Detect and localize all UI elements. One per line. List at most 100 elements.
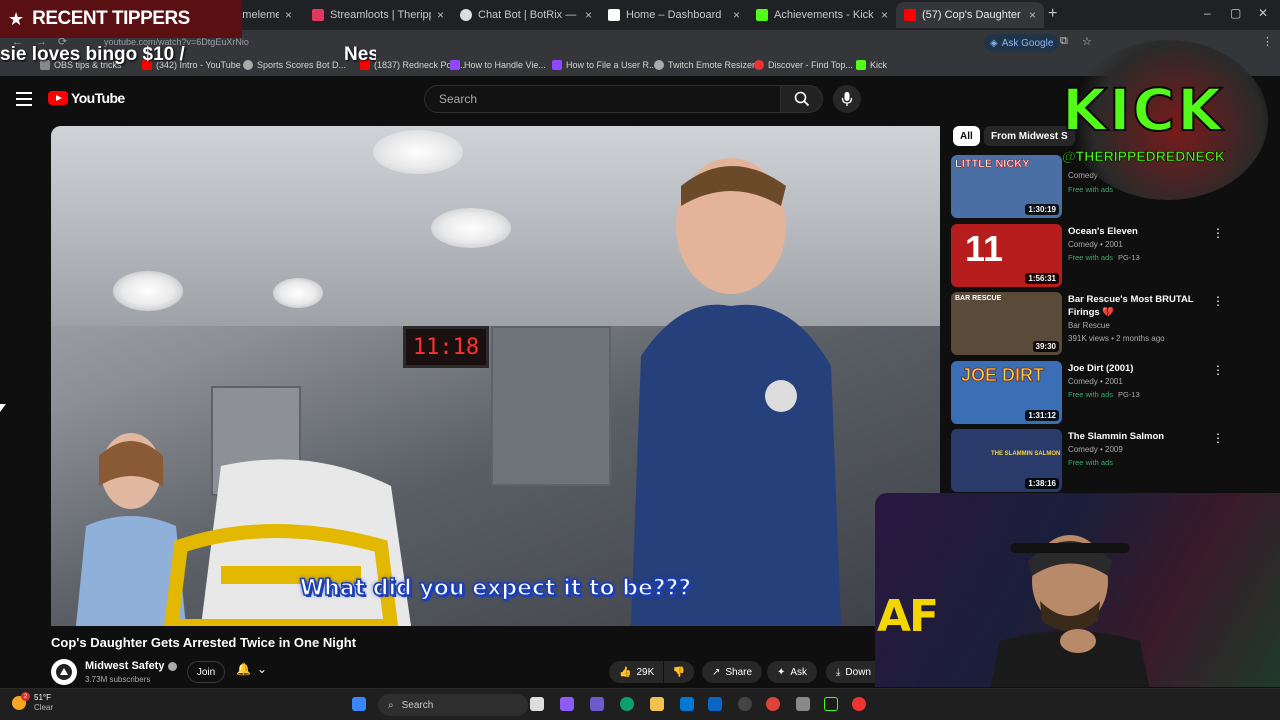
close-tab-icon[interactable]: × [733,8,740,22]
thumbs-down-icon: 👎 [672,666,686,678]
sparkle-icon: ✦ [777,666,786,678]
recommendation-item[interactable]: BAR RESCUE 39:30 Bar Rescue's Most BRUTA… [951,292,1224,356]
video-player[interactable]: 11:18 What did you expect it to be??? [51,126,940,626]
maximize-icon[interactable]: ▢ [1230,6,1241,20]
close-tab-icon[interactable]: × [881,8,888,22]
kick-icon [756,9,768,21]
webcam-streamer [990,535,1150,687]
twitch-icon [552,60,562,70]
minimize-icon[interactable]: – [1204,6,1211,20]
discover-icon [754,60,764,70]
join-button[interactable]: Join [187,661,225,683]
video-scene-light [373,130,463,174]
more-options-icon[interactable]: ⋮ [1212,363,1224,377]
twitch-icon [450,60,460,70]
app-icon[interactable] [796,697,810,711]
recommendation-item[interactable]: 11 1:56:31 Ocean's Eleven Comedy • 2001 … [951,224,1224,288]
hamburger-menu-icon[interactable] [16,92,32,106]
search-button[interactable] [781,85,823,113]
recent-tippers-banner: ★ RECENT TIPPERS [0,0,242,38]
tab-streamloots[interactable]: Streamloots | Therippedredn × [304,2,452,28]
file-explorer-icon[interactable] [650,697,664,711]
windows-taskbar: 2 51°F Clear ⌕ Search [0,688,1280,720]
share-button[interactable]: ↗ Share [702,661,763,683]
chip-all[interactable]: All [953,126,980,146]
video-thumbnail[interactable]: BAR RESCUE 39:30 [951,292,1062,355]
video-thumbnail[interactable]: THE SLAMMIN SALMON 1:38:16 [951,429,1062,492]
weather-widget[interactable]: 2 51°F Clear [12,692,53,713]
video-thumbnail[interactable]: LITTLE NICKY 1:30:19 [951,155,1062,218]
video-thumbnail[interactable]: JOE DIRT 1:31:12 [951,361,1062,424]
weather-sun-icon: 2 [12,692,30,710]
video-scene-light [113,271,183,311]
bookmark-item[interactable]: How to Handle Vie... [450,60,546,70]
google-lens-icon: ◈ [990,37,998,49]
bookmark-item[interactable]: Kick [856,60,887,70]
more-options-icon[interactable]: ⋮ [1212,294,1224,308]
channel-avatar[interactable] [51,659,77,685]
windows-start-icon[interactable] [352,697,366,711]
recommendation-item[interactable]: THE SLAMMIN SALMON 1:38:16 The Slammin S… [951,429,1224,493]
close-window-icon[interactable]: ✕ [1258,6,1268,20]
ask-button[interactable]: ✦ Ask [767,661,818,683]
video-scene-cabinet [491,326,611,486]
store-icon[interactable] [680,697,694,711]
bookmark-item[interactable]: Discover - Find Top... [754,60,853,70]
outlook-icon[interactable] [708,697,722,711]
search-icon: ⌕ [388,699,394,711]
download-button[interactable]: ⤓ Down [826,661,878,683]
tab-kick-achievements[interactable]: Achievements - Kick Dashbo × [748,2,896,28]
copilot-icon[interactable] [560,697,574,711]
subscriber-count: 3.73M subscribers [85,675,151,684]
channel-logo-icon [56,664,72,680]
star-icon: ★ [8,8,25,29]
bookmark-item[interactable]: How to File a User R... [552,60,657,70]
tab-youtube-active[interactable]: (57) Cop's Daughter Gets × [896,2,1044,28]
taskbar-search[interactable]: ⌕ Search [378,694,528,716]
globe-icon [654,60,664,70]
close-tab-icon[interactable]: × [285,8,292,22]
microphone-icon [841,92,853,106]
app-icon[interactable] [824,697,838,711]
tab-botrix[interactable]: Chat Bot | BotRix — Cloud S × [452,2,600,28]
more-options-icon[interactable]: ⋮ [1212,226,1224,240]
new-tab-icon[interactable]: + [1048,5,1057,23]
tab-home-dashboard[interactable]: Home – Dashboard × [600,2,748,28]
video-scene-light [431,208,511,248]
kick-icon [856,60,866,70]
search-input[interactable]: Search [424,85,781,113]
channel-name[interactable]: Midwest Safety [85,660,178,672]
subscribe-bell-button[interactable]: 🔔 ⌄ [236,662,267,676]
obs-icon[interactable] [738,697,752,711]
voice-search-button[interactable] [833,85,861,113]
video-thumbnail[interactable]: 11 1:56:31 [951,224,1062,287]
video-scene-paramedic [631,158,841,626]
screen: Streamelements × Streamloots | Theripped… [0,0,1280,720]
chrome-icon[interactable] [766,697,780,711]
share-icon: ↗ [712,666,721,678]
search-icon [794,91,809,107]
dashboard-icon [608,9,620,21]
teams-icon[interactable] [590,697,604,711]
video-caption: What did you expect it to be??? [299,575,692,602]
webcam-overlay: AF [875,493,1280,687]
close-tab-icon[interactable]: × [1029,8,1036,22]
dislike-button[interactable]: 👎 [664,661,694,683]
close-tab-icon[interactable]: × [585,8,592,22]
bookmark-item[interactable]: Twitch Emote Resizer [654,60,755,70]
more-options-icon[interactable]: ⋮ [1212,431,1224,445]
youtube-play-icon [48,91,68,105]
youtube-logo[interactable]: YouTube [48,90,125,106]
close-tab-icon[interactable]: × [437,8,444,22]
app-icon[interactable] [852,697,866,711]
download-icon: ⤓ [836,666,841,678]
mouse-cursor-icon [0,404,6,412]
tipper-ticker: sie loves bingo $10 / Nes [0,44,376,65]
youtube-icon [904,9,916,21]
task-view-icon[interactable] [530,697,544,711]
edge-icon[interactable] [620,697,634,711]
video-scene-clock: 11:18 [403,326,489,368]
like-button[interactable]: 👍 29K [609,661,663,683]
ask-google-button[interactable]: ◈ Ask Google [984,34,1060,52]
recommendation-item[interactable]: JOE DIRT 1:31:12 Joe Dirt (2001) Comedy … [951,361,1224,425]
